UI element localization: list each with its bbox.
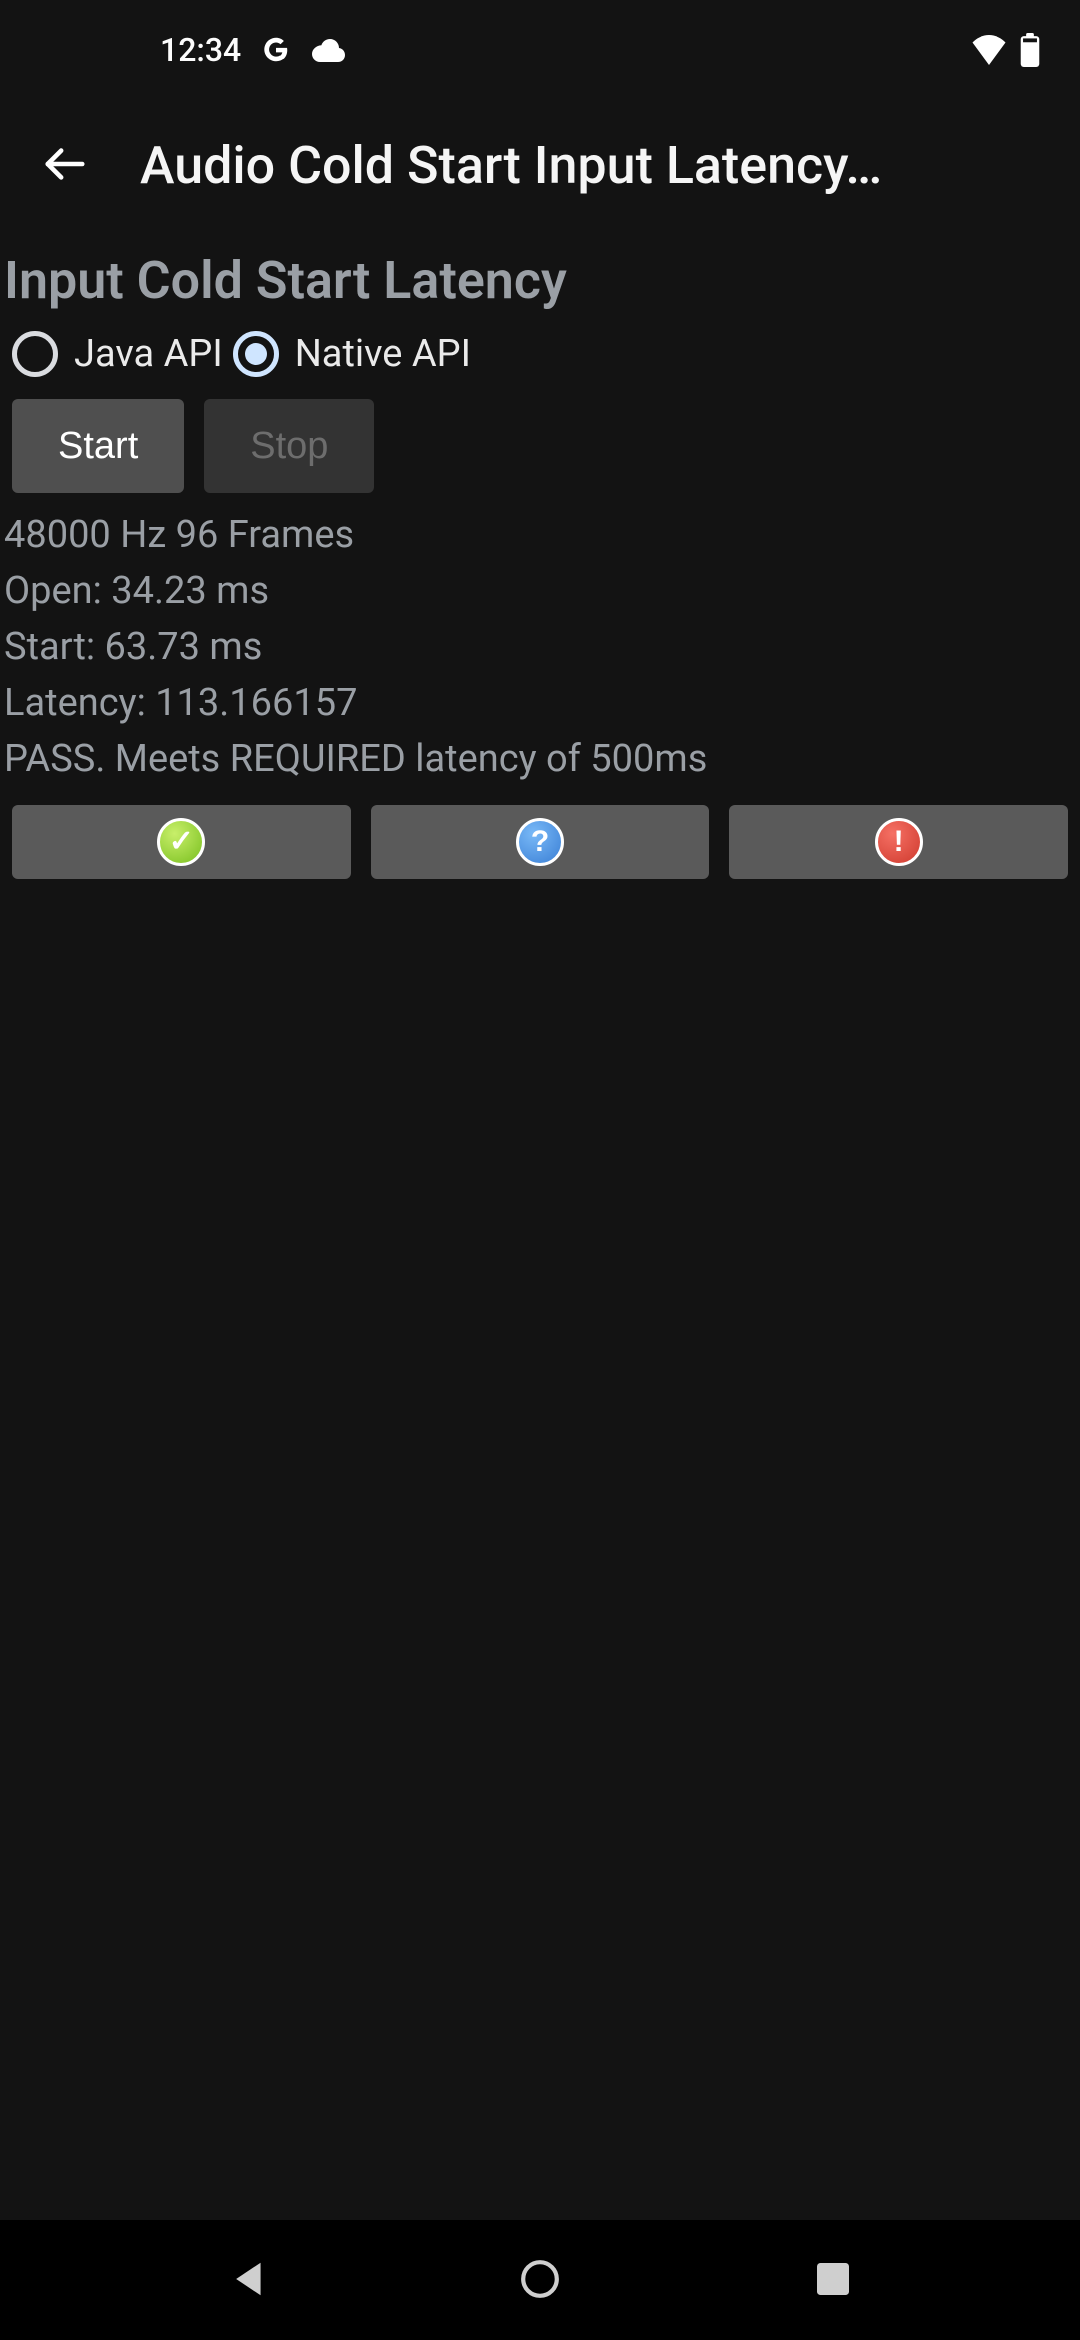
status-left: 12:34: [160, 31, 347, 69]
google-icon: [261, 35, 291, 65]
radio-native-label: Native API: [295, 332, 471, 376]
check-circle-icon: ✓: [157, 818, 205, 866]
status-time: 12:34: [160, 31, 241, 69]
exclamation-circle-icon: !: [875, 818, 923, 866]
result-line-pass: PASS. Meets REQUIRED latency of 500ms: [4, 731, 1076, 787]
radio-checked-icon: [233, 331, 279, 377]
control-button-row: Start Stop: [0, 399, 1080, 507]
result-line-latency: Latency: 113.166157: [4, 675, 1076, 731]
help-button[interactable]: ?: [371, 805, 710, 879]
square-recent-icon: [817, 2263, 849, 2298]
fail-button[interactable]: !: [729, 805, 1068, 879]
nav-home-button[interactable]: [510, 2250, 570, 2310]
page-title: Audio Cold Start Input Latency…: [140, 135, 1050, 196]
battery-icon: [1020, 33, 1040, 67]
api-radio-group: Java API Native API: [0, 323, 1080, 399]
triangle-back-icon: [230, 2260, 264, 2301]
start-button[interactable]: Start: [12, 399, 184, 493]
question-circle-icon: ?: [516, 818, 564, 866]
cloud-icon: [311, 38, 347, 62]
result-line-start: Start: 63.73 ms: [4, 619, 1076, 675]
results-block: 48000 Hz 96 Frames Open: 34.23 ms Start:…: [0, 507, 1080, 787]
arrow-back-icon: [42, 141, 88, 190]
status-bar: 12:34: [0, 0, 1080, 100]
nav-back-button[interactable]: [217, 2250, 277, 2310]
circle-home-icon: [519, 2258, 561, 2303]
result-line-open: Open: 34.23 ms: [4, 563, 1076, 619]
radio-java-api[interactable]: Java API: [12, 331, 223, 377]
status-right: [970, 33, 1040, 67]
result-line-format: 48000 Hz 96 Frames: [4, 507, 1076, 563]
system-nav-bar: [0, 2220, 1080, 2340]
stop-button: Stop: [204, 399, 374, 493]
radio-native-api[interactable]: Native API: [233, 331, 471, 377]
radio-java-label: Java API: [74, 332, 223, 376]
nav-recent-button[interactable]: [803, 2250, 863, 2310]
back-button[interactable]: [30, 130, 100, 200]
result-action-row: ✓ ? !: [0, 787, 1080, 879]
section-title: Input Cold Start Latency: [0, 230, 1080, 323]
content-area: Input Cold Start Latency Java API Native…: [0, 230, 1080, 879]
radio-unchecked-icon: [12, 331, 58, 377]
wifi-icon: [970, 35, 1008, 65]
pass-button[interactable]: ✓: [12, 805, 351, 879]
app-bar: Audio Cold Start Input Latency…: [0, 100, 1080, 230]
